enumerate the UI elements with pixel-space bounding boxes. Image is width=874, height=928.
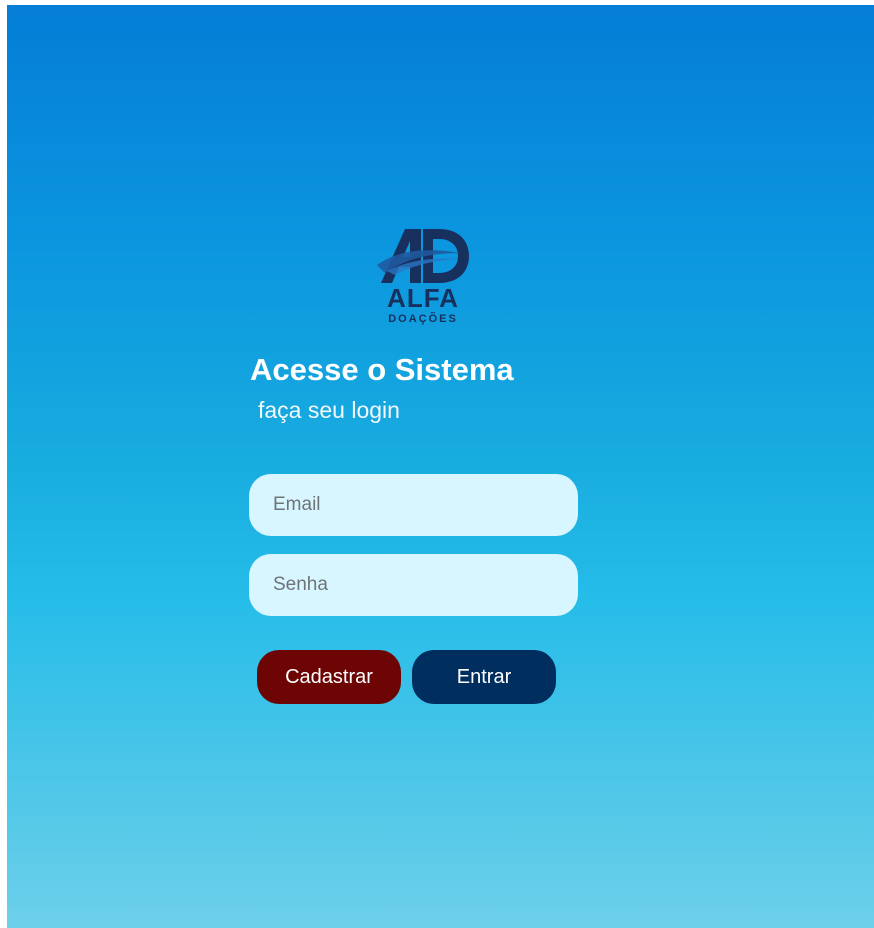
alfa-doacoes-logo: ALFA DOAÇÕES [373,223,473,333]
ad-monogram-icon [377,229,469,283]
register-button[interactable]: Cadastrar [257,650,401,704]
email-input[interactable] [249,474,578,536]
login-screen: ALFA DOAÇÕES Acesse o Sistema faça seu l… [7,5,874,928]
password-input[interactable] [249,554,578,616]
page-title: Acesse o Sistema [250,352,514,387]
page-subtitle: faça seu login [258,397,400,423]
enter-button[interactable]: Entrar [412,650,556,704]
brand-subname: DOAÇÕES [388,313,458,325]
brand-name: ALFA [387,283,459,313]
